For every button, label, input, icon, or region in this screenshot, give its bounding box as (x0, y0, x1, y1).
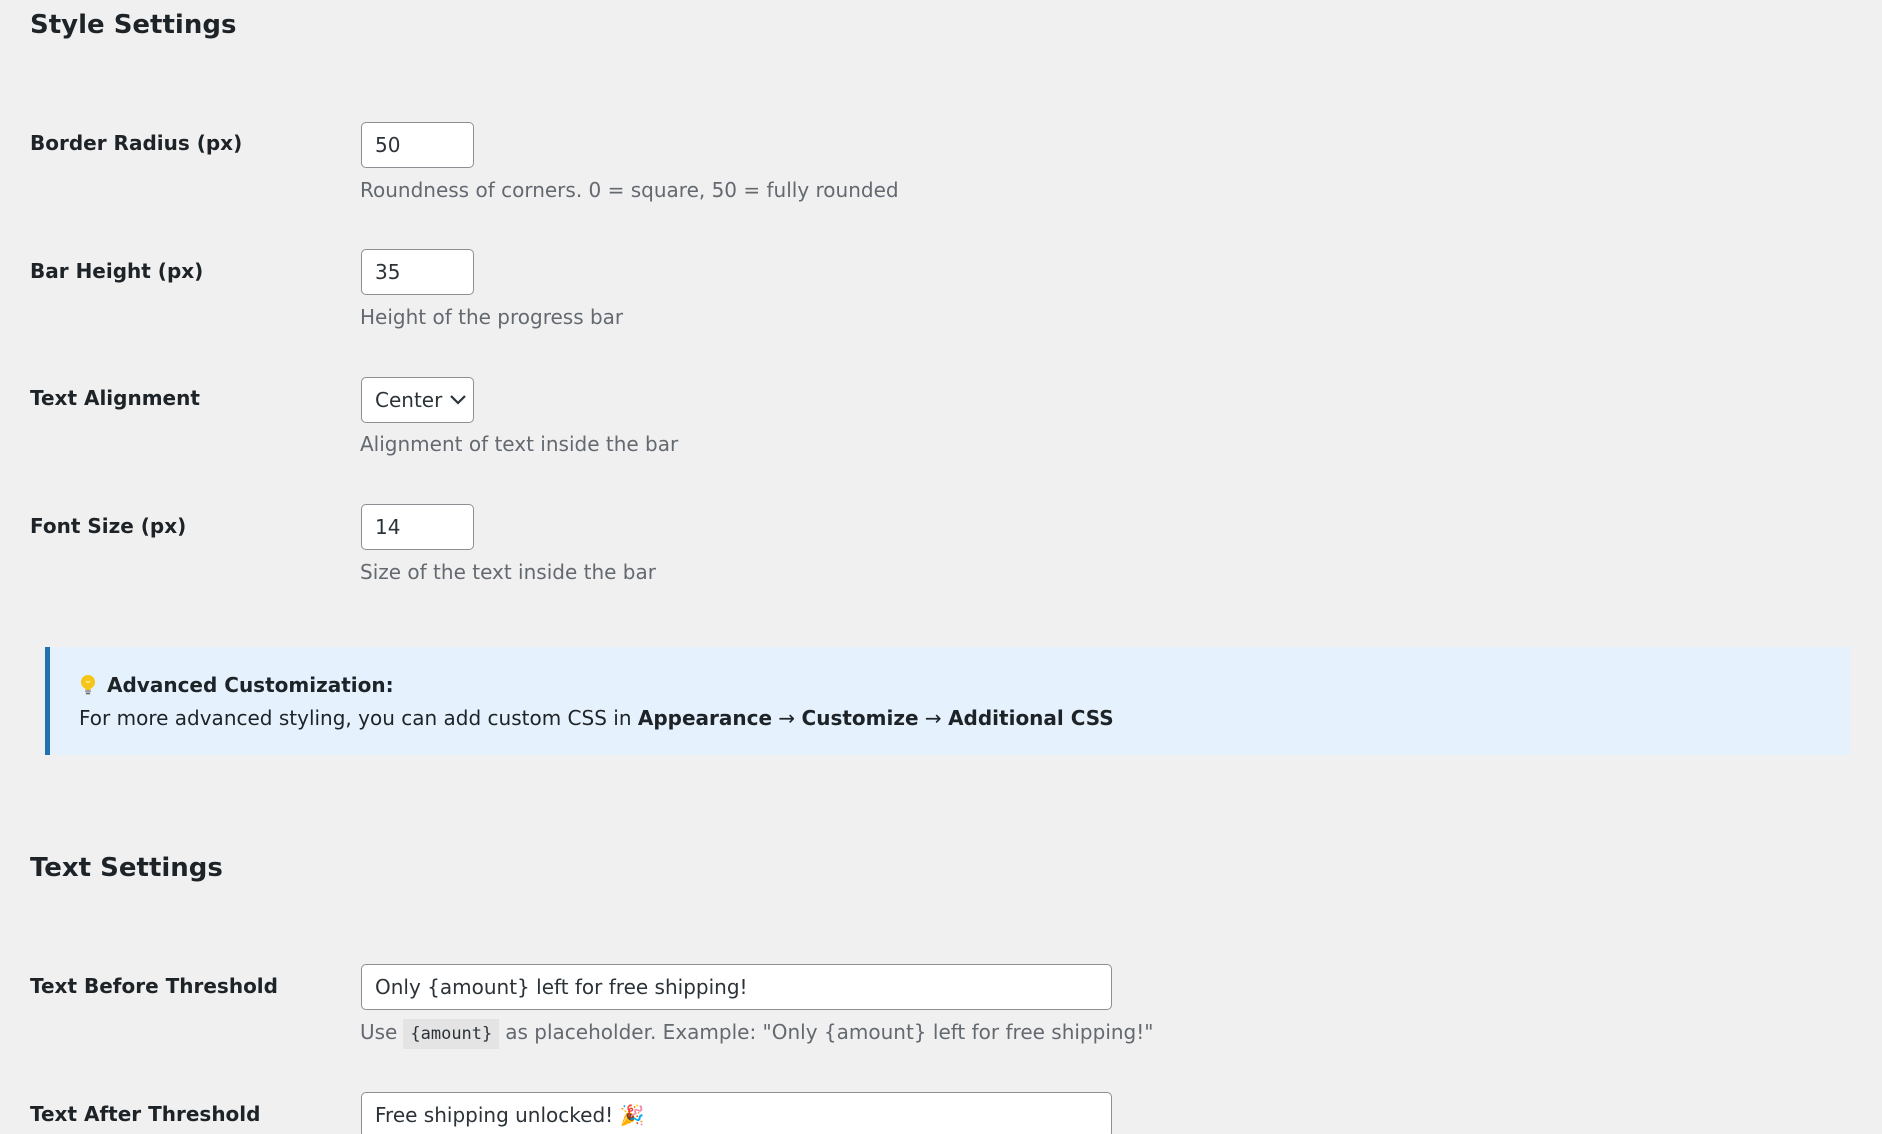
notice-path-additional-css: Additional CSS (948, 706, 1114, 730)
bar-height-field (361, 249, 474, 295)
font-size-field (361, 504, 474, 550)
settings-page: Style Settings Border Radius (px) Roundn… (0, 0, 1882, 1134)
notice-text: For more advanced styling, you can add c… (79, 706, 638, 730)
text-alignment-label: Text Alignment (30, 386, 200, 410)
bar-height-description: Height of the progress bar (360, 305, 624, 329)
bar-height-input[interactable] (361, 249, 474, 295)
chevron-down-icon (442, 395, 473, 405)
advanced-customization-notice: Advanced Customization: For more advance… (45, 647, 1850, 755)
notice-title-text: Advanced Customization: (107, 673, 394, 697)
text-alignment-description: Alignment of text inside the bar (360, 432, 679, 456)
text-alignment-selected-value: Center (375, 388, 443, 412)
notice-title: Advanced Customization: (79, 674, 1850, 696)
text-settings-heading: Text Settings (30, 853, 223, 883)
font-size-description: Size of the text inside the bar (360, 560, 656, 584)
desc-suffix: as placeholder. Example: "Only {amount} … (505, 1020, 1154, 1044)
notice-arrow-1: → (772, 706, 802, 730)
lightbulb-icon (79, 674, 97, 696)
font-size-input[interactable] (361, 504, 474, 550)
text-before-threshold-field (361, 964, 1112, 1010)
text-before-threshold-label: Text Before Threshold (30, 974, 278, 998)
border-radius-description: Roundness of corners. 0 = square, 50 = f… (360, 178, 899, 202)
text-before-threshold-description: Use {amount} as placeholder. Example: "Onl… (360, 1019, 1154, 1049)
font-size-label: Font Size (px) (30, 514, 187, 538)
border-radius-input[interactable] (361, 122, 474, 168)
notice-path-appearance: Appearance (637, 706, 773, 730)
text-after-threshold-input[interactable] (361, 1092, 1112, 1134)
text-before-threshold-input[interactable] (361, 964, 1112, 1010)
border-radius-field (361, 122, 474, 168)
notice-path-customize: Customize (801, 706, 919, 730)
text-alignment-field: Center (361, 377, 474, 423)
desc-prefix: Use (360, 1020, 398, 1044)
bar-height-label: Bar Height (px) (30, 259, 204, 283)
text-after-threshold-label: Text After Threshold (30, 1102, 261, 1126)
notice-body: For more advanced styling, you can add c… (79, 708, 1850, 728)
text-alignment-select[interactable]: Center (361, 377, 474, 423)
notice-arrow-2: → (918, 706, 949, 730)
style-settings-heading: Style Settings (30, 10, 237, 40)
amount-placeholder-code: {amount} (403, 1019, 500, 1049)
text-after-threshold-field (361, 1092, 1112, 1134)
border-radius-label: Border Radius (px) (30, 131, 243, 155)
